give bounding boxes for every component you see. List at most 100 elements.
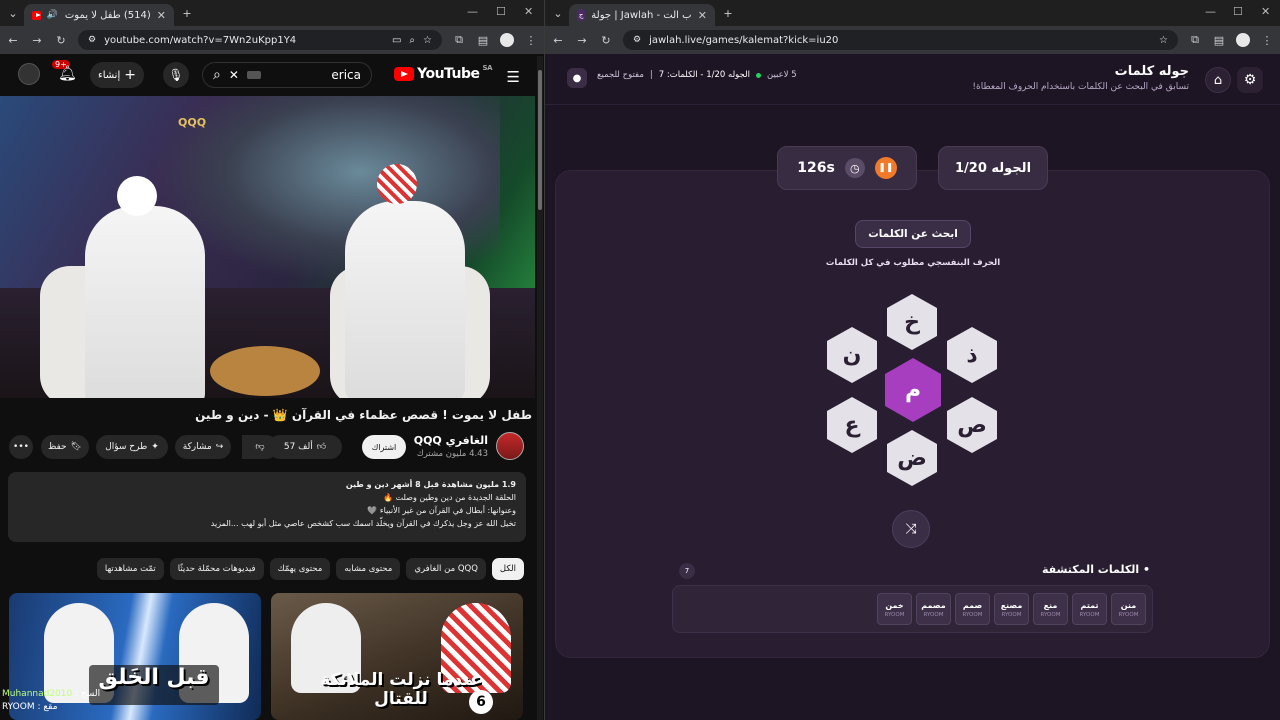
chip-all[interactable]: الكل [491, 558, 524, 580]
tab-menu-icon[interactable]: ⌄ [551, 6, 565, 20]
sidebar-icon[interactable]: ▤ [1212, 33, 1226, 47]
description-line: وعنوانها: أبطال في القرآن من غير الأنبيا… [367, 506, 516, 515]
site-info-icon[interactable]: ⚙ [88, 35, 96, 45]
more-icon: ••• [13, 442, 29, 452]
search-icon[interactable]: ⌕ [213, 67, 221, 83]
minimize-icon[interactable]: — [467, 5, 478, 18]
right-tabstrip: ⌄ ج جولة | Jawlah - منصة الألعاب الت ✕ +… [545, 0, 1280, 26]
cast-icon[interactable]: ▭ [392, 35, 401, 46]
close-tab-icon[interactable]: ✕ [698, 9, 707, 22]
stream-chat-overlay: Muhannad2010 : السح RYOOM : مقع [2, 688, 100, 714]
save-label: حفظ [47, 442, 67, 452]
share-button[interactable]: مشاركة ↪ [175, 435, 231, 459]
new-tab-icon[interactable]: + [180, 6, 194, 20]
chip-watched[interactable]: تمّت مشاهدتها [96, 558, 164, 580]
round-info: الجوله 1/20 - الكلمات: 7 [658, 70, 750, 80]
close-window-icon[interactable]: ✕ [524, 5, 533, 18]
open-status: مفتوح للجميع [597, 70, 644, 80]
maximize-icon[interactable]: ☐ [496, 5, 506, 18]
save-button[interactable]: حفظ 🔖︎ [41, 435, 89, 459]
bookmark-star-icon[interactable]: ☆ [423, 35, 432, 46]
tab-youtube[interactable]: 🔊 (514) طفل لا يموت ! قصص ✕ [24, 4, 174, 26]
chip-recently-uploaded[interactable]: فيديوهات محمّلة حديثًا [169, 558, 264, 580]
guest-right-head [377, 164, 417, 204]
youtube-logo[interactable]: YouTube SA [394, 64, 493, 82]
zoom-icon[interactable]: ⌕ [409, 35, 415, 46]
account-avatar[interactable] [18, 63, 40, 85]
youtube-browser-window: ⌄ 🔊 (514) طفل لا يموت ! قصص ✕ + — ☐ ✕ ← … [0, 0, 544, 720]
home-icon[interactable]: ⌂ [1205, 67, 1231, 93]
close-window-icon[interactable]: ✕ [1261, 5, 1270, 18]
more-actions-button[interactable]: ••• [9, 435, 33, 459]
new-tab-icon[interactable]: + [721, 6, 735, 20]
search-input[interactable]: ⌕ ✕ erica [202, 62, 372, 88]
minimize-icon[interactable]: — [1205, 5, 1216, 18]
header-divider [545, 104, 1280, 105]
recommended-thumbnail[interactable]: عندما نزلت الملائكة للقتال 6 [271, 593, 523, 720]
tab-title: جولة | Jawlah - منصة الألعاب الت [591, 9, 692, 21]
found-word: مصنع RYOOM [994, 593, 1029, 625]
shuffle-icon[interactable]: ⤨ [892, 510, 930, 548]
found-word: خمن RYOOM [877, 593, 912, 625]
page-scrollbar[interactable] [537, 56, 543, 720]
chrome-menu-icon[interactable]: ⋮ [1260, 33, 1274, 47]
create-button[interactable]: إنشاء + [90, 62, 144, 88]
jawlah-header: ⚙ ⌂ جوله كلمات تسابق في البحث عن الكلمات… [555, 60, 1275, 100]
like-button[interactable]: 57 ألف 👍︎ [268, 435, 342, 459]
settings-gear-icon[interactable]: ⚙ [1237, 67, 1263, 93]
round-indicator: الجوله 1/20 [938, 146, 1048, 190]
url-text: jawlah.live/games/kalemat?kick=iu20 [649, 34, 839, 46]
close-tab-icon[interactable]: ✕ [157, 9, 166, 22]
extensions-icon[interactable]: ⧉ [1188, 33, 1202, 47]
profile-icon[interactable] [500, 33, 514, 47]
channel-name[interactable]: الغافري QQQ [414, 434, 488, 447]
chat-bubble-icon[interactable]: ● [567, 68, 587, 88]
scrollbar-thumb[interactable] [538, 70, 542, 210]
mic-icon[interactable]: 🎙︎ [163, 62, 189, 88]
chat-line: RYOOM : مقع [2, 702, 58, 712]
menu-icon[interactable]: ☰ [507, 68, 520, 86]
subscribe-button[interactable]: اشتراك [362, 435, 406, 459]
chrome-menu-icon[interactable]: ⋮ [524, 33, 538, 47]
left-address-bar: ← → ↻ ⚙ youtube.com/watch?v=7Wn2uKpp1Y4 … [0, 26, 544, 54]
maximize-icon[interactable]: ☐ [1233, 5, 1243, 18]
description-line: الحلقة الجديدة من دين وطين وصلت 🔥 [383, 493, 516, 502]
chip-similar[interactable]: محتوى مشابه [336, 558, 401, 580]
chat-user: Muhannad2010 [2, 689, 73, 699]
chip-for-you[interactable]: محتوى يهمّك [269, 558, 331, 580]
url-field[interactable]: ⚙ youtube.com/watch?v=7Wn2uKpp1Y4 ▭ ⌕ ☆ [78, 30, 442, 50]
forward-icon[interactable]: → [30, 33, 44, 47]
profile-icon[interactable] [1236, 33, 1250, 47]
bell-icon[interactable]: 🔔︎ [58, 64, 77, 82]
thumb-caption: قبل الخَلق [89, 665, 219, 705]
url-field[interactable]: ⚙ jawlah.live/games/kalemat?kick=iu20 ☆ [623, 30, 1178, 50]
ask-button[interactable]: طرح سؤال ✦ [96, 435, 168, 459]
video-player[interactable]: QQQ [0, 96, 535, 398]
site-info-icon[interactable]: ⚙ [633, 35, 641, 45]
channel-avatar[interactable] [496, 432, 524, 460]
clear-search-icon[interactable]: ✕ [229, 68, 239, 82]
jawlah-favicon-icon: ج [577, 9, 586, 21]
like-count: 57 ألف [283, 442, 313, 452]
video-description[interactable]: 1.9 مليون مشاهدة قبل 8 أشهر دين و طين ال… [8, 472, 526, 542]
forward-icon[interactable]: → [575, 33, 589, 47]
back-icon[interactable]: ← [551, 33, 565, 47]
chip-from-channel[interactable]: من الغافري QQQ [406, 558, 486, 580]
keyboard-icon[interactable] [246, 71, 261, 79]
found-words-count: 7 [679, 563, 695, 579]
find-words-button[interactable]: ابحث عن الكلمات [855, 220, 971, 248]
tab-menu-icon[interactable]: ⌄ [6, 6, 20, 20]
game-title: جوله كلمات [1114, 64, 1189, 79]
extensions-icon[interactable]: ⧉ [452, 33, 466, 47]
dislike-button[interactable]: 👎︎ [242, 435, 278, 459]
tab-jawlah[interactable]: ج جولة | Jawlah - منصة الألعاب الت ✕ [569, 4, 715, 26]
pause-button[interactable]: ❚❚ [874, 157, 897, 179]
back-icon[interactable]: ← [6, 33, 20, 47]
word-text: مصمم [921, 600, 946, 610]
reload-icon[interactable]: ↻ [599, 33, 613, 47]
chat-message: السح [81, 689, 101, 699]
bookmark-star-icon[interactable]: ☆ [1159, 35, 1168, 46]
reload-icon[interactable]: ↻ [54, 33, 68, 47]
sidebar-icon[interactable]: ▤ [476, 33, 490, 47]
description-line: تخيل الله عز وجل يذكرك في القرآن ويخلّد … [210, 519, 516, 528]
